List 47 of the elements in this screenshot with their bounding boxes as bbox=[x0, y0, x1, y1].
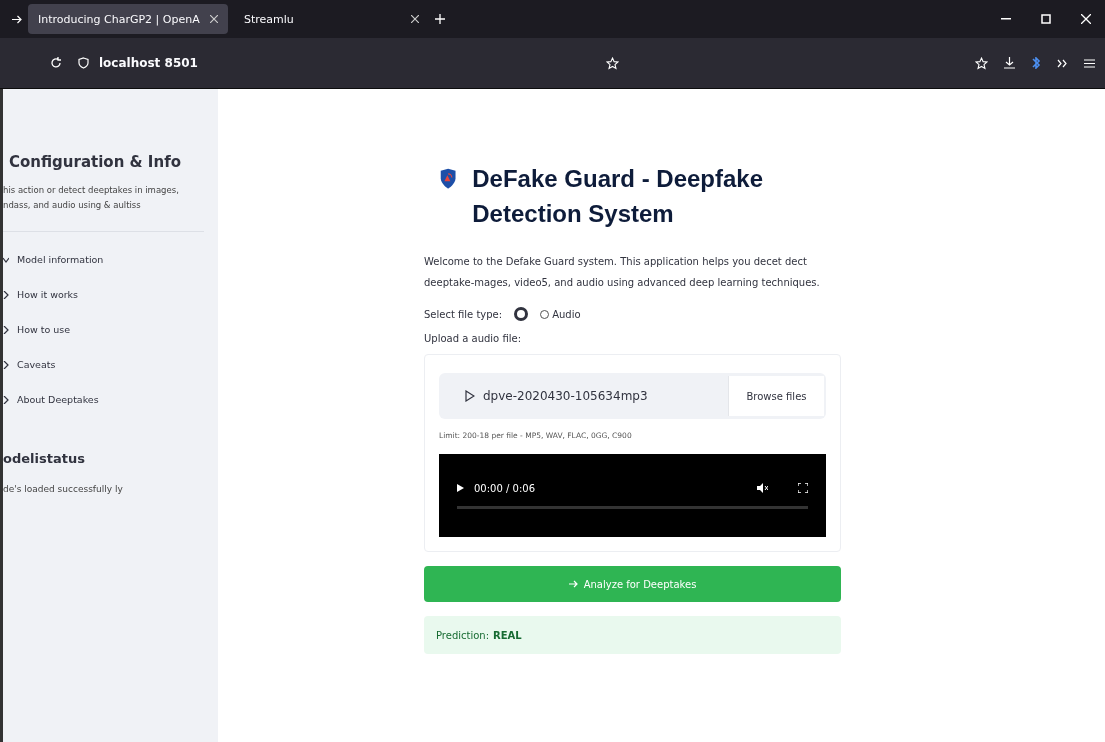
chevron-right-icon bbox=[3, 290, 9, 299]
chevron-right-icon bbox=[3, 325, 9, 334]
upload-label: Upload a audio file: bbox=[424, 333, 522, 344]
file-type-radio[interactable]: Audio bbox=[540, 308, 581, 320]
page-title: DeFake Guard - Deepfake Detection System bbox=[472, 164, 765, 229]
expander-item[interactable]: How to use bbox=[3, 312, 204, 347]
status-heading: odelistatus bbox=[3, 451, 86, 466]
expander-item[interactable]: About Deeptakes bbox=[3, 382, 204, 417]
arrow-right-icon bbox=[568, 580, 578, 588]
chevron-down-icon bbox=[3, 255, 9, 264]
prediction-value: REAL bbox=[493, 629, 522, 641]
prediction-label: Prediction: bbox=[436, 629, 490, 641]
browse-files-button[interactable]: Browse files bbox=[728, 376, 824, 416]
shield-icon bbox=[78, 57, 89, 69]
expander-item[interactable]: Caveats bbox=[3, 347, 204, 382]
file-type-label: Select file type: bbox=[424, 308, 503, 320]
maximize-icon[interactable] bbox=[1041, 14, 1051, 24]
expander-item[interactable]: How it works bbox=[3, 277, 204, 312]
sidebar-title: Configuration & Info bbox=[9, 153, 182, 171]
close-icon[interactable] bbox=[210, 15, 218, 23]
speaker-icon[interactable] bbox=[757, 483, 768, 493]
chevron-right-icon bbox=[3, 395, 9, 404]
fullscreen-icon[interactable] bbox=[798, 483, 808, 493]
menu-icon[interactable] bbox=[1084, 58, 1095, 68]
browser-tab[interactable]: Streamlu bbox=[234, 4, 429, 34]
player-time: 00:00 / 0:06 bbox=[474, 482, 535, 494]
chevron-right-icon bbox=[3, 360, 9, 369]
intro-text: Welcome to the Defake Guard system. This application helps you decet dect deeptake-mages, video5, and audio using advanced deep learning techniques. bbox=[424, 255, 821, 290]
file-type-radio[interactable] bbox=[514, 307, 529, 321]
minimize-icon[interactable] bbox=[1001, 18, 1011, 20]
file-name-text: dpve-2020430-105634mp3 bbox=[483, 389, 648, 403]
star-icon[interactable] bbox=[605, 56, 619, 70]
expander-item[interactable]: Model information bbox=[3, 242, 204, 277]
arrow-right-icon[interactable] bbox=[12, 14, 22, 24]
new-tab-icon[interactable] bbox=[435, 14, 445, 24]
reload-icon[interactable] bbox=[50, 57, 62, 69]
star-icon[interactable] bbox=[975, 56, 988, 70]
status-text: de's loaded successfully ly bbox=[3, 484, 124, 494]
overflow-icon[interactable] bbox=[1057, 58, 1068, 68]
seek-track[interactable] bbox=[457, 505, 808, 509]
sidebar-description: his action or detect deeptakes in images, ndass, and audio using & aultiss bbox=[3, 184, 180, 212]
play-icon[interactable] bbox=[457, 484, 464, 492]
close-icon[interactable] bbox=[411, 15, 419, 23]
address-field[interactable]: localhost 8501 bbox=[99, 56, 198, 70]
browser-tab[interactable]: Introducing CharGP2 | OpenA bbox=[28, 4, 228, 34]
play-outline-icon bbox=[465, 390, 475, 402]
download-icon[interactable] bbox=[1004, 57, 1015, 69]
